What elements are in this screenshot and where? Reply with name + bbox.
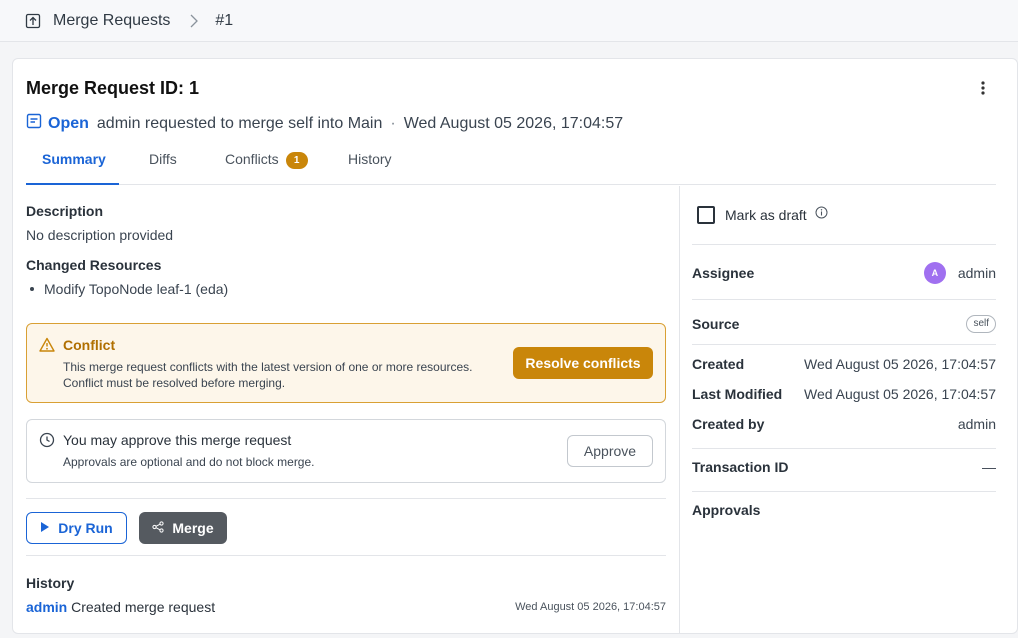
created-row: Created Wed August 05 2026, 17:04:57: [692, 356, 996, 372]
tab-history-label: History: [348, 151, 392, 167]
breadcrumb-current: #1: [215, 11, 234, 29]
changed-resource-item[interactable]: Modify TopoNode leaf-1 (eda): [26, 281, 228, 297]
approval-title: You may approve this merge request: [63, 432, 292, 448]
divider: [692, 491, 996, 492]
draft-label: Mark as draft: [725, 207, 807, 223]
description-text: No description provided: [26, 227, 174, 243]
created-by-row: Created by admin: [692, 416, 996, 432]
history-entry: admin Created merge request Wed August 0…: [26, 599, 666, 615]
merge-summary: admin requested to merge self into Main: [96, 114, 383, 132]
created-by-value: admin: [957, 416, 996, 432]
mark-as-draft-row[interactable]: Mark as draft: [692, 206, 996, 224]
warning-icon: [39, 337, 55, 353]
last-modified-label: Last Modified: [692, 386, 783, 402]
conflict-title: Conflict: [63, 337, 116, 353]
assignee-label: Assignee: [692, 265, 755, 281]
history-user-link[interactable]: admin: [26, 599, 67, 615]
merge-icon: [152, 520, 164, 536]
source-row: Source self: [692, 313, 996, 335]
transaction-row: Transaction ID —: [692, 459, 996, 475]
open-status-icon: [26, 113, 42, 134]
assignee-value[interactable]: A admin: [923, 262, 996, 284]
merge-request-card: Merge Request ID: 1 Open admin requested…: [12, 58, 1018, 634]
tab-summary-label: Summary: [42, 151, 106, 167]
divider: [26, 498, 666, 499]
divider: [692, 244, 996, 245]
created-label: Created: [692, 356, 745, 372]
merge-requests-icon: [25, 13, 41, 29]
divider: [26, 555, 666, 556]
draft-checkbox[interactable]: [697, 206, 715, 224]
last-modified-row: Last Modified Wed August 05 2026, 17:04:…: [692, 386, 996, 402]
clock-icon: [39, 432, 55, 448]
history-entry-text: admin Created merge request: [26, 599, 215, 615]
divider: [692, 344, 996, 345]
created-value: Wed August 05 2026, 17:04:57: [803, 356, 996, 372]
approvals-label: Approvals: [692, 502, 761, 518]
conflicts-count-badge: 1: [285, 152, 308, 169]
chevron-right-icon: [189, 13, 199, 29]
description-label: Description: [26, 203, 104, 219]
source-pill: self: [966, 315, 996, 333]
info-icon[interactable]: [815, 206, 828, 224]
last-modified-value: Wed August 05 2026, 17:04:57: [803, 386, 996, 402]
approvals-row: Approvals: [692, 502, 996, 518]
resolve-conflicts-button[interactable]: Resolve conflicts: [513, 347, 653, 379]
changed-resource-text: Modify TopoNode leaf-1 (eda): [44, 281, 229, 297]
tab-conflicts-label: Conflicts: [225, 151, 279, 167]
approval-box: You may approve this merge request Appro…: [26, 419, 666, 483]
created-timestamp: Wed August 05 2026, 17:04:57: [403, 114, 624, 132]
dry-run-label: Dry Run: [58, 520, 113, 536]
conflict-message-line2: Conflict must be resolved before merging…: [63, 376, 286, 390]
status-badge: Open: [48, 114, 89, 132]
approval-subtitle: Approvals are optional and do not block …: [63, 455, 315, 469]
dry-run-button[interactable]: Dry Run: [26, 512, 127, 544]
more-options-icon[interactable]: [975, 77, 991, 99]
tab-bar: Summary Diffs Conflicts 1 History: [26, 141, 996, 185]
history-timestamp: Wed August 05 2026, 17:04:57: [515, 601, 666, 613]
breadcrumb: Merge Requests #1: [0, 0, 1018, 42]
page-title: Merge Request ID: 1: [26, 78, 200, 98]
separator: ·: [390, 114, 396, 132]
tab-summary[interactable]: Summary: [42, 151, 106, 185]
avatar: A: [923, 262, 946, 284]
merge-button[interactable]: Merge: [139, 512, 227, 544]
transaction-value: —: [982, 459, 996, 475]
active-tab-indicator: [26, 183, 119, 185]
merge-label: Merge: [172, 520, 214, 536]
changed-resources-label: Changed Resources: [26, 257, 162, 273]
conflict-message-line1: This merge request conflicts with the la…: [63, 360, 473, 374]
divider: [692, 448, 996, 449]
conflict-message: This merge request conflicts with the la…: [63, 359, 523, 391]
tab-conflicts[interactable]: Conflicts 1: [225, 151, 308, 185]
source-label: Source: [692, 316, 740, 332]
tab-history[interactable]: History: [348, 151, 392, 185]
tab-diffs-label: Diffs: [149, 151, 177, 167]
transaction-label: Transaction ID: [692, 459, 789, 475]
assignee-name: admin: [957, 265, 996, 281]
approve-button[interactable]: Approve: [567, 435, 653, 467]
divider: [692, 299, 996, 300]
play-icon: [40, 520, 50, 536]
breadcrumb-merge-requests[interactable]: Merge Requests: [53, 12, 170, 30]
column-separator: [679, 186, 680, 634]
assignee-row: Assignee A admin: [692, 262, 996, 284]
tab-diffs[interactable]: Diffs: [149, 151, 177, 185]
history-label: History: [26, 575, 75, 591]
status-line: Open admin requested to merge self into …: [26, 113, 623, 134]
history-action: Created merge request: [71, 599, 216, 615]
conflict-alert: Conflict This merge request conflicts wi…: [26, 323, 666, 403]
created-by-label: Created by: [692, 416, 765, 432]
